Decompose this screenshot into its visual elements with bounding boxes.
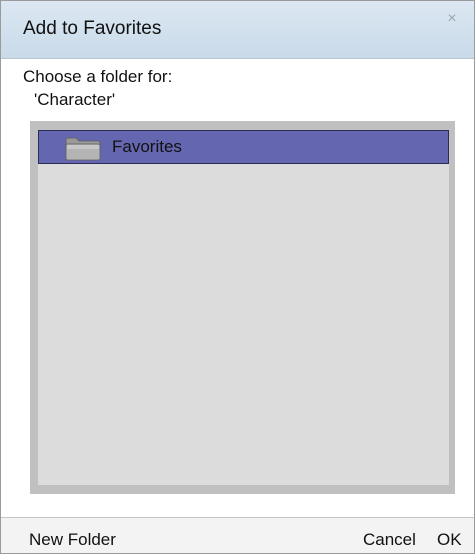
cancel-button[interactable]: Cancel: [363, 530, 416, 550]
folder-tree-frame: Favorites: [30, 121, 455, 494]
close-icon[interactable]: ×: [442, 9, 462, 29]
add-to-favorites-dialog: Add to Favorites × Choose a folder for: …: [0, 0, 475, 554]
dialog-title: Add to Favorites: [23, 18, 162, 39]
prompt-label: Choose a folder for:: [23, 67, 173, 86]
dialog-footer: New Folder Cancel OK: [1, 517, 474, 553]
folder-tree[interactable]: Favorites: [38, 130, 449, 485]
folder-icon: [65, 137, 101, 161]
folder-label: Favorites: [112, 137, 182, 156]
ok-button[interactable]: OK: [437, 530, 462, 550]
folder-row-favorites[interactable]: Favorites: [38, 130, 449, 164]
new-folder-button[interactable]: New Folder: [29, 530, 116, 550]
item-name-label: 'Character': [34, 90, 116, 109]
dialog-titlebar: Add to Favorites ×: [1, 1, 474, 59]
